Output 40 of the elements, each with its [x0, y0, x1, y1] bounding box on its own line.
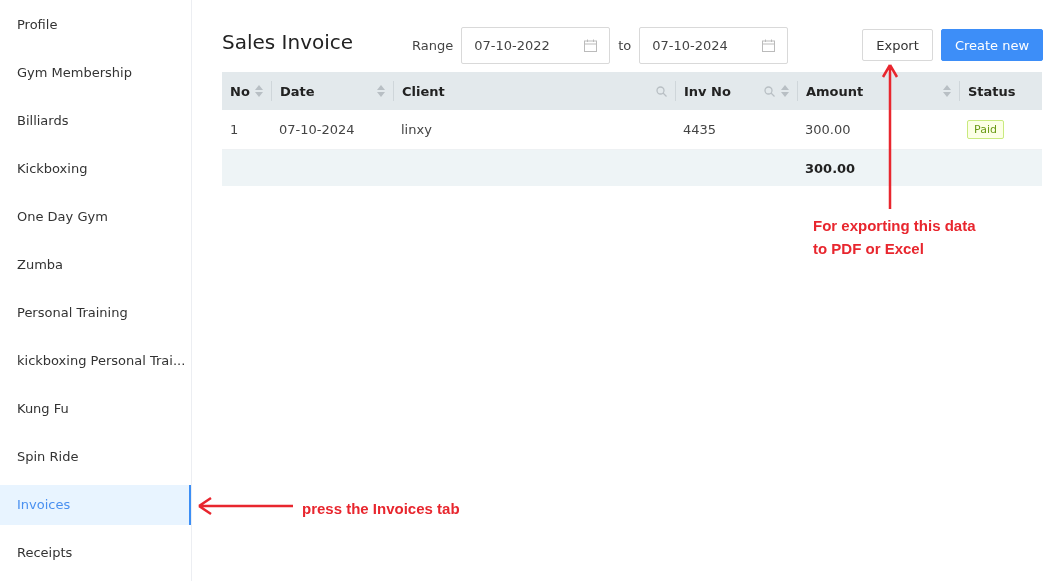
- range-label: Range: [412, 37, 454, 53]
- sidebar-item[interactable]: Gym Membership: [0, 53, 191, 93]
- column-header: Status: [968, 83, 1016, 99]
- sidebar-item[interactable]: kickboxing Personal Trai...: [0, 341, 191, 381]
- page-title: Sales Invoice: [222, 30, 355, 54]
- status-tag: Paid: [967, 120, 1004, 139]
- sidebar-item[interactable]: Kung Fu: [0, 389, 191, 429]
- column-header: No: [230, 83, 250, 99]
- search-icon[interactable]: [656, 85, 667, 97]
- annotation-text: For exporting this data to PDF or Excel: [813, 216, 977, 259]
- sidebar-item[interactable]: Billiards: [0, 101, 191, 141]
- table-cell-text: 07-10-2024: [278, 122, 356, 137]
- sort-icon[interactable]: [943, 85, 951, 97]
- sort-icon[interactable]: [377, 85, 385, 97]
- calendar-icon: [762, 38, 776, 52]
- total-amount: 300.00: [804, 160, 857, 176]
- search-icon[interactable]: [764, 85, 775, 97]
- sidebar-item[interactable]: Spin Ride: [0, 437, 191, 477]
- sort-icon[interactable]: [255, 85, 263, 97]
- range-separator: to: [618, 37, 632, 53]
- column-header: Amount: [806, 83, 864, 99]
- sidebar-item[interactable]: Kickboxing: [0, 149, 191, 189]
- table-cell-text: 300.00: [804, 122, 852, 137]
- date-field[interactable]: 07-10-2022: [461, 26, 611, 64]
- column-header: Client: [402, 83, 445, 99]
- sidebar-item[interactable]: Receipts: [0, 533, 191, 573]
- date-field[interactable]: 07-10-2024: [639, 26, 789, 64]
- export-button[interactable]: Export: [862, 29, 933, 61]
- table-cell-text: 4435: [682, 122, 718, 137]
- table-cell-text: linxy: [400, 122, 433, 137]
- calendar-icon: [584, 38, 598, 52]
- sort-icon[interactable]: [781, 85, 789, 97]
- sidebar-item[interactable]: Personal Training: [0, 293, 191, 333]
- sidebar-item[interactable]: Zumba: [0, 245, 191, 285]
- table-cell-text: 1: [229, 122, 240, 137]
- sidebar-item[interactable]: Profile: [0, 5, 191, 45]
- column-header: Date: [280, 83, 315, 99]
- sidebar-item[interactable]: One Day Gym: [0, 197, 191, 237]
- annotation-text: press the Invoices tab: [302, 499, 460, 519]
- column-header: Inv No: [684, 83, 731, 99]
